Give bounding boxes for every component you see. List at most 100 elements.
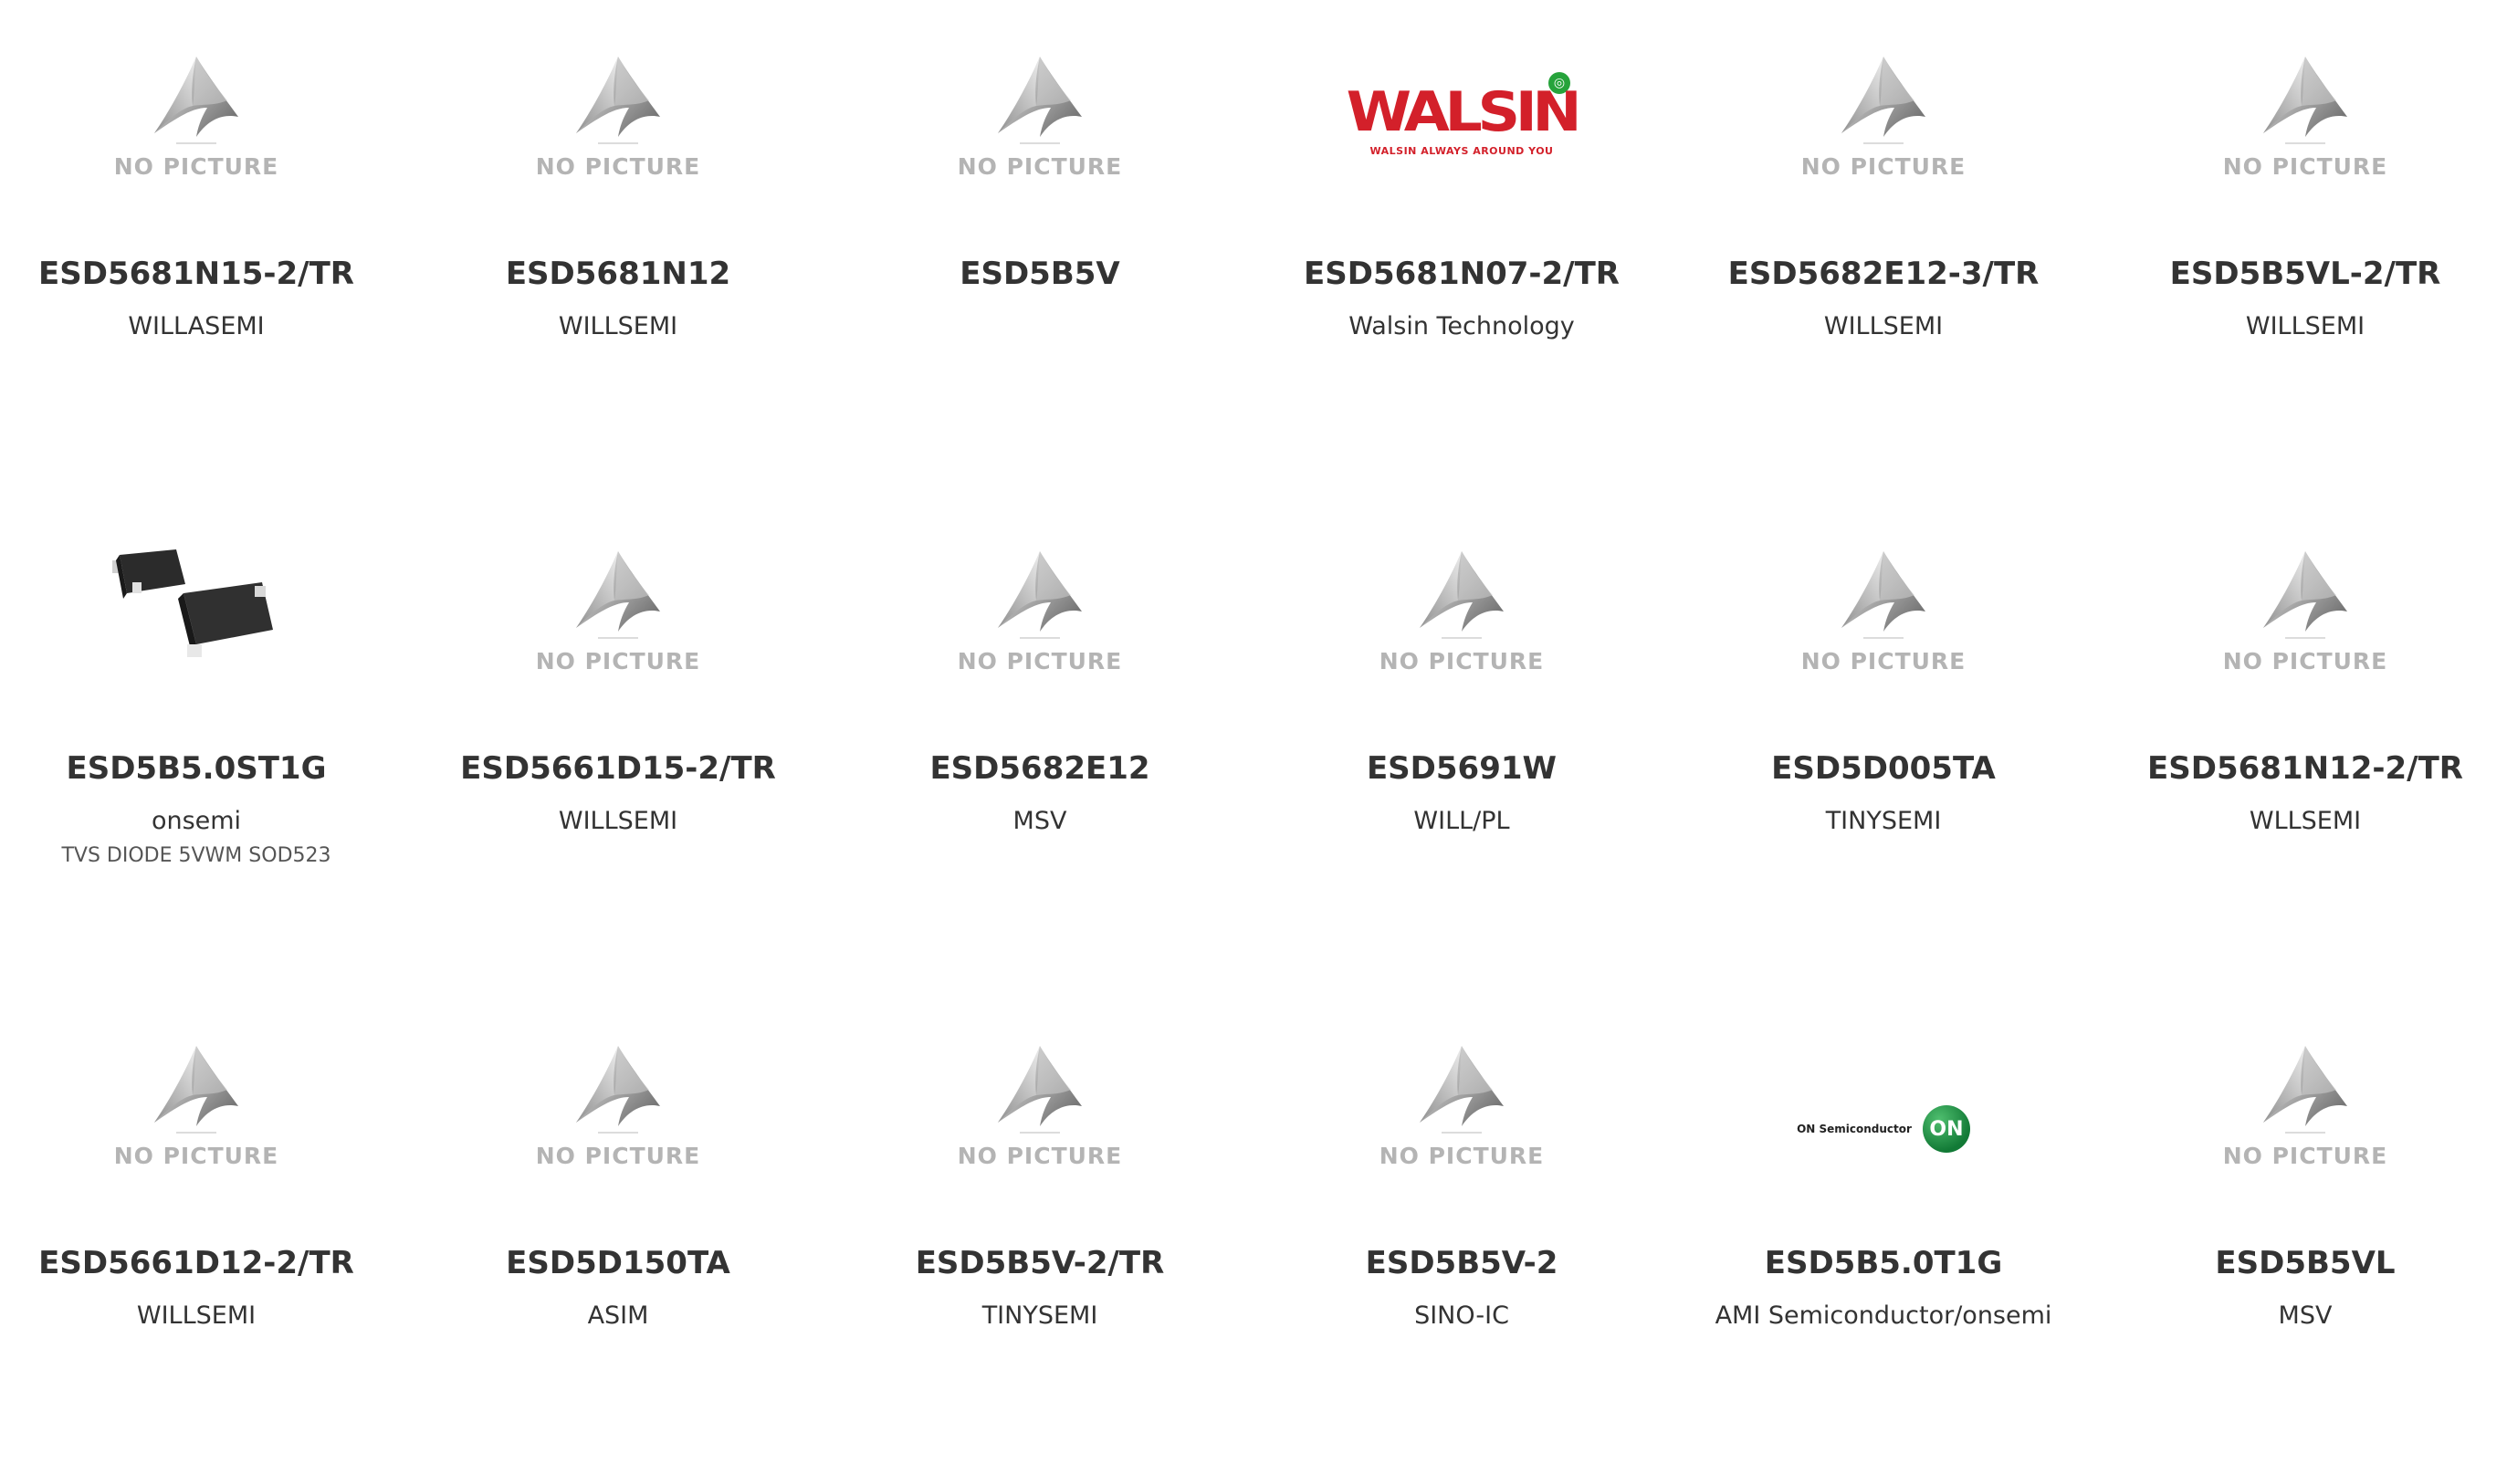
no-picture-label: NO PICTURE	[535, 647, 701, 674]
part-number-link[interactable]: ESD5682E12	[929, 750, 1149, 787]
placeholder-divider	[1019, 1131, 1060, 1134]
onsemi-logo-text: ON Semiconductor	[1797, 1123, 1912, 1135]
no-picture-label: NO PICTURE	[1379, 647, 1545, 674]
product-card[interactable]: NO PICTURE ESD5B5V	[829, 0, 1251, 495]
product-image[interactable]: NO PICTURE	[2094, 515, 2507, 706]
product-description: TVS DIODE 5VWM SOD523	[61, 844, 331, 867]
manufacturer-name: SINO-IC	[1414, 1301, 1509, 1330]
product-card[interactable]: NO PICTURE ESD5661D15-2/TR WILLSEMI	[407, 495, 829, 989]
part-number-link[interactable]: ESD5682E12-3/TR	[1728, 256, 2040, 292]
product-grid: NO PICTURE ESD5681N15-2/TR WILLASEMI NO …	[0, 0, 2507, 1484]
product-card[interactable]: NO PICTURE ESD5B5V-2/TR TINYSEMI	[829, 989, 1251, 1484]
product-card[interactable]: ◎ WALSIN WALSIN ALWAYS AROUND YOU ESD568…	[1251, 0, 1673, 495]
product-card[interactable]: NO PICTURE ESD5681N15-2/TR WILLASEMI	[0, 0, 407, 495]
product-card[interactable]: NO PICTURE ESD5682E12-3/TR WILLSEMI	[1673, 0, 2094, 495]
product-image[interactable]: NO PICTURE	[2094, 20, 2507, 212]
placeholder-divider	[175, 1131, 216, 1134]
product-image[interactable]: NO PICTURE	[407, 515, 829, 706]
manufacturer-name: WILLSEMI	[558, 312, 678, 340]
product-image[interactable]: NO PICTURE	[0, 1009, 407, 1201]
placeholder-logo-icon	[153, 1045, 238, 1126]
no-picture-placeholder: NO PICTURE	[1801, 548, 1967, 674]
manufacturer-name: WILLASEMI	[128, 312, 265, 340]
product-image[interactable]: ON Semiconductor ON	[1673, 1009, 2094, 1201]
product-image[interactable]: NO PICTURE	[829, 1009, 1251, 1201]
part-number-link[interactable]: ESD5661D12-2/TR	[38, 1245, 354, 1281]
manufacturer-name: WLLSEMI	[2249, 807, 2362, 835]
no-picture-label: NO PICTURE	[957, 1142, 1123, 1169]
product-card[interactable]: ESD5B5.0ST1G onsemi TVS DIODE 5VWM SOD523	[0, 495, 407, 989]
product-image[interactable]: ◎ WALSIN WALSIN ALWAYS AROUND YOU	[1251, 20, 1673, 212]
product-card[interactable]: NO PICTURE ESD5681N12-2/TR WLLSEMI	[2094, 495, 2507, 989]
product-card[interactable]: NO PICTURE ESD5661D12-2/TR WILLSEMI	[0, 989, 407, 1484]
product-image[interactable]: NO PICTURE	[0, 20, 407, 212]
product-image[interactable]: NO PICTURE	[407, 1009, 829, 1201]
manufacturer-name: WILL/PL	[1413, 807, 1510, 835]
part-number-link[interactable]: ESD5681N07-2/TR	[1304, 256, 1620, 292]
no-picture-label: NO PICTURE	[2222, 647, 2388, 674]
part-number-link[interactable]: ESD5681N12	[506, 256, 730, 292]
placeholder-logo-icon	[1841, 550, 1925, 632]
part-number-link[interactable]: ESD5B5VL	[2215, 1245, 2395, 1281]
no-picture-placeholder: NO PICTURE	[958, 548, 1123, 674]
part-number-link[interactable]: ESD5661D15-2/TR	[460, 750, 776, 787]
product-image[interactable]: NO PICTURE	[407, 20, 829, 212]
part-number-link[interactable]: ESD5B5.0ST1G	[67, 750, 327, 787]
placeholder-logo-icon	[997, 56, 1082, 137]
placeholder-divider	[1441, 1131, 1482, 1134]
part-number-link[interactable]: ESD5B5V-2/TR	[916, 1245, 1165, 1281]
manufacturer-name: Walsin Technology	[1348, 312, 1575, 340]
no-picture-label: NO PICTURE	[113, 152, 279, 180]
product-card[interactable]: NO PICTURE ESD5B5V-2 SINO-IC	[1251, 989, 1673, 1484]
placeholder-divider	[1019, 636, 1060, 639]
product-card[interactable]: NO PICTURE ESD5B5VL MSV	[2094, 989, 2507, 1484]
manufacturer-name: TINYSEMI	[1825, 807, 1942, 835]
part-number-link[interactable]: ESD5D150TA	[506, 1245, 730, 1281]
product-card[interactable]: NO PICTURE ESD5D150TA ASIM	[407, 989, 829, 1484]
product-card[interactable]: NO PICTURE ESD5682E12 MSV	[829, 495, 1251, 989]
onsemi-badge-icon: ON	[1922, 1105, 1970, 1153]
product-image[interactable]: NO PICTURE	[1251, 1009, 1673, 1201]
no-picture-label: NO PICTURE	[535, 152, 701, 180]
placeholder-divider	[597, 636, 638, 639]
product-image[interactable]: NO PICTURE	[1673, 20, 2094, 212]
part-number-link[interactable]: ESD5B5VL-2/TR	[2170, 256, 2441, 292]
placeholder-logo-icon	[1419, 1045, 1504, 1126]
manufacturer-name: MSV	[2278, 1301, 2333, 1330]
part-number-link[interactable]: ESD5691W	[1367, 750, 1557, 787]
placeholder-logo-icon	[575, 56, 660, 137]
product-card[interactable]: NO PICTURE ESD5D005TA TINYSEMI	[1673, 495, 2094, 989]
part-number-link[interactable]: ESD5D005TA	[1771, 750, 1996, 787]
product-image[interactable]: NO PICTURE	[829, 515, 1251, 706]
part-number-link[interactable]: ESD5B5V	[960, 256, 1119, 292]
placeholder-divider	[597, 141, 638, 144]
product-card[interactable]: NO PICTURE ESD5B5VL-2/TR WILLSEMI	[2094, 0, 2507, 495]
product-image[interactable]	[0, 515, 407, 706]
no-picture-placeholder: NO PICTURE	[114, 53, 279, 180]
no-picture-label: NO PICTURE	[1800, 152, 1967, 180]
part-number-link[interactable]: ESD5B5V-2	[1366, 1245, 1558, 1281]
part-number-link[interactable]: ESD5681N12-2/TR	[2147, 750, 2463, 787]
product-image[interactable]: NO PICTURE	[1673, 515, 2094, 706]
no-picture-label: NO PICTURE	[1800, 647, 1967, 674]
placeholder-divider	[2284, 141, 2325, 144]
part-number-link[interactable]: ESD5681N15-2/TR	[38, 256, 354, 292]
product-card[interactable]: NO PICTURE ESD5691W WILL/PL	[1251, 495, 1673, 989]
no-picture-placeholder: NO PICTURE	[958, 53, 1123, 180]
product-card[interactable]: NO PICTURE ESD5681N12 WILLSEMI	[407, 0, 829, 495]
no-picture-placeholder: NO PICTURE	[2223, 548, 2388, 674]
placeholder-divider	[2284, 1131, 2325, 1134]
no-picture-placeholder: NO PICTURE	[1801, 53, 1967, 180]
product-image[interactable]: NO PICTURE	[1251, 515, 1673, 706]
manufacturer-name: WILLSEMI	[2245, 312, 2365, 340]
product-image[interactable]: NO PICTURE	[829, 20, 1251, 212]
placeholder-logo-icon	[2262, 550, 2347, 632]
placeholder-logo-icon	[1419, 550, 1504, 632]
manufacturer-name: WILLSEMI	[558, 807, 678, 835]
product-card[interactable]: ON Semiconductor ON ESD5B5.0T1G AMI Semi…	[1673, 989, 2094, 1484]
placeholder-logo-icon	[575, 1045, 660, 1126]
part-number-link[interactable]: ESD5B5.0T1G	[1765, 1245, 2003, 1281]
manufacturer-name: AMI Semiconductor/onsemi	[1715, 1301, 2052, 1330]
no-picture-placeholder: NO PICTURE	[1379, 548, 1545, 674]
product-image[interactable]: NO PICTURE	[2094, 1009, 2507, 1201]
